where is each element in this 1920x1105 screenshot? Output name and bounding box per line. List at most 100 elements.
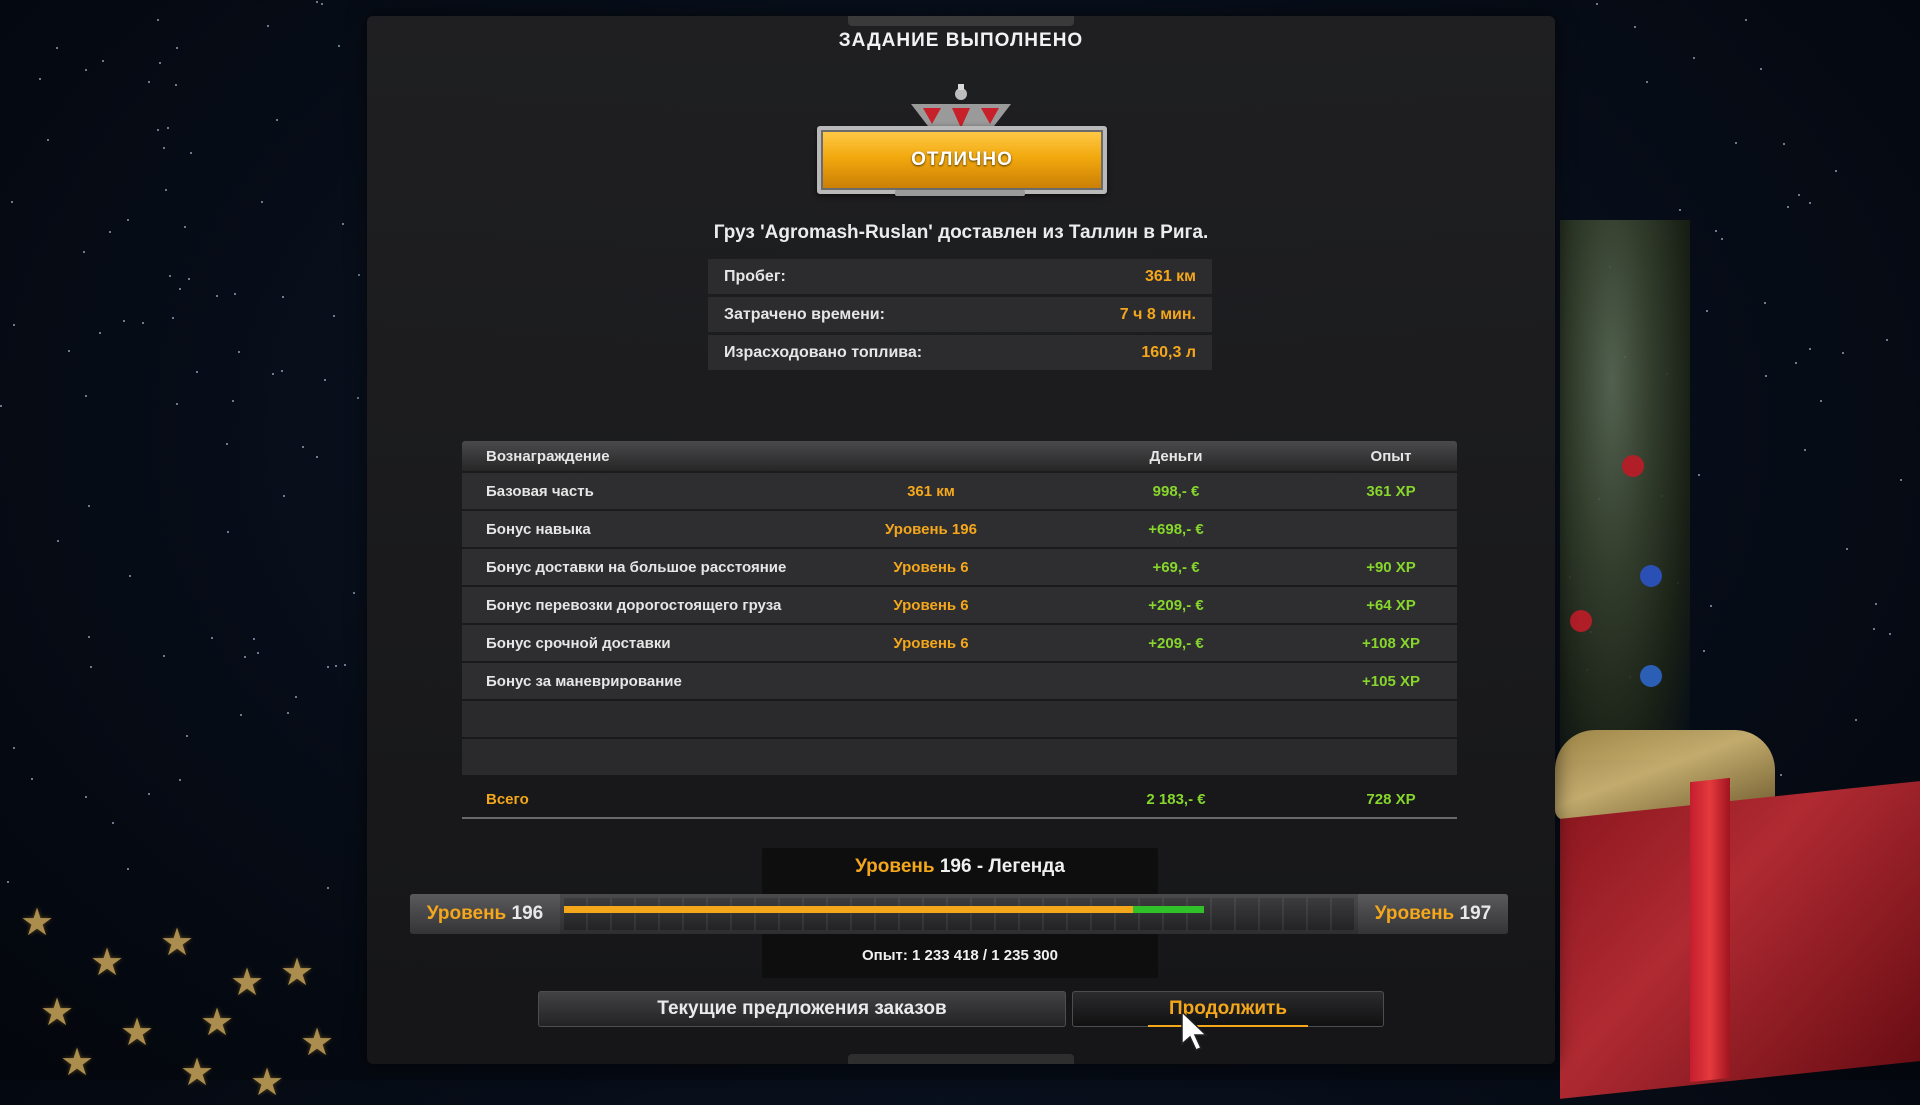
stat-label: Израсходовано топлива: — [724, 343, 923, 361]
sky-star — [1693, 56, 1696, 59]
sky-star — [326, 665, 329, 668]
sky-star — [286, 711, 289, 714]
progress-segment — [588, 898, 610, 930]
sky-star — [1595, 3, 1598, 6]
sky-star — [178, 779, 181, 782]
sky-star — [1779, 774, 1782, 777]
progress-segment — [1212, 898, 1234, 930]
sky-star — [175, 83, 178, 86]
sky-star — [1841, 352, 1844, 355]
sky-star — [165, 189, 168, 192]
sky-star — [123, 320, 126, 323]
sky-star — [316, 0, 318, 3]
stat-row-fuel: Израсходовано топлива: 160,3 л — [708, 335, 1212, 370]
table-row: Бонус навыка Уровень 196 +698,- € — [462, 511, 1457, 547]
sky-star — [226, 442, 229, 445]
continue-button[interactable]: Продолжить — [1072, 991, 1384, 1027]
gold-star-decoration: ★ — [230, 962, 265, 1004]
sky-star — [237, 351, 240, 354]
row-money: +69,- € — [1152, 558, 1200, 576]
sky-star — [301, 446, 304, 449]
sky-star — [187, 278, 190, 280]
gold-star-decoration: ★ — [160, 922, 195, 964]
rating-label: ОТЛИЧНО — [911, 149, 1013, 170]
sky-star — [275, 118, 278, 121]
sky-star — [1710, 604, 1713, 607]
row-level: Уровень 6 — [893, 634, 969, 652]
sky-star — [1819, 399, 1822, 402]
sky-star — [244, 655, 247, 658]
progress-segment — [996, 898, 1018, 930]
sky-star — [1735, 142, 1738, 145]
sky-star — [13, 747, 16, 750]
progress-segment — [780, 898, 802, 930]
sky-star — [159, 61, 162, 64]
stat-label: Затрачено времени: — [724, 305, 885, 323]
sky-star — [88, 636, 91, 639]
sky-star — [1874, 603, 1877, 606]
sky-star — [210, 637, 213, 639]
experience-text: Опыт: 1 233 418 / 1 235 300 — [861, 947, 1058, 964]
sky-star — [87, 504, 90, 507]
row-xp: 361 XP — [1366, 482, 1416, 500]
sky-star — [1797, 193, 1800, 196]
sky-star — [266, 24, 269, 27]
current-level-tag: Уровень 196 — [410, 894, 560, 934]
sky-star — [56, 47, 59, 50]
row-name: Бонус доставки на большое расстояние — [486, 558, 787, 576]
continue-underline — [1148, 1025, 1308, 1027]
progress-segments — [564, 898, 1354, 930]
gold-star-decoration: ★ — [40, 992, 75, 1034]
sky-star — [1846, 548, 1849, 551]
sky-star — [1634, 26, 1637, 29]
sky-star — [1873, 627, 1876, 630]
sky-star — [126, 868, 129, 871]
progress-segment — [1116, 898, 1138, 930]
sky-star — [46, 139, 49, 141]
sky-star — [234, 293, 237, 296]
sky-star — [0, 405, 3, 408]
sky-star — [11, 200, 14, 203]
sky-star — [178, 287, 181, 290]
gold-star-decoration: ★ — [60, 1042, 95, 1084]
rating-plate: ОТЛИЧНО — [817, 126, 1107, 194]
sky-star — [1804, 448, 1807, 451]
christmas-tree-decoration — [1560, 220, 1690, 760]
sky-star — [1698, 474, 1701, 477]
progress-segment — [924, 898, 946, 930]
row-name: Бонус перевозки дорогостоящего груза — [486, 596, 782, 614]
level-word: Уровень — [1374, 903, 1455, 924]
gold-star-decoration: ★ — [200, 1002, 235, 1044]
gold-star-decoration: ★ — [20, 902, 55, 944]
sky-star — [129, 575, 132, 578]
sky-star — [13, 323, 16, 326]
sky-star — [99, 332, 102, 335]
sky-star — [90, 665, 93, 668]
header-money: Деньги — [1149, 447, 1203, 465]
progress-segment — [660, 898, 682, 930]
sky-star — [257, 651, 260, 654]
level-next: 197 — [1459, 903, 1492, 924]
row-level: Уровень 196 — [885, 520, 977, 538]
sky-star — [126, 219, 129, 222]
current-offers-button[interactable]: Текущие предложения заказов — [538, 991, 1066, 1027]
sky-star — [1886, 339, 1889, 342]
sky-star — [1809, 202, 1812, 205]
sky-star — [320, 2, 323, 5]
next-level-tag: Уровень 197 — [1358, 894, 1508, 934]
sky-star — [1808, 347, 1811, 350]
ornament-red — [1622, 455, 1644, 477]
sky-star — [333, 315, 336, 318]
trip-stats: Пробег: 361 км Затрачено времени: 7 ч 8 … — [708, 259, 1212, 373]
progress-segment — [1044, 898, 1066, 930]
stat-row-distance: Пробег: 361 км — [708, 259, 1212, 294]
sky-star — [1715, 229, 1718, 232]
progress-segment — [708, 898, 730, 930]
stat-value: 361 км — [1145, 267, 1196, 285]
progress-segment — [804, 898, 826, 930]
row-name: Базовая часть — [486, 482, 594, 500]
sky-star — [148, 81, 151, 84]
panel-top-tab — [848, 16, 1074, 26]
sky-star — [163, 655, 166, 658]
sky-star — [56, 540, 59, 543]
